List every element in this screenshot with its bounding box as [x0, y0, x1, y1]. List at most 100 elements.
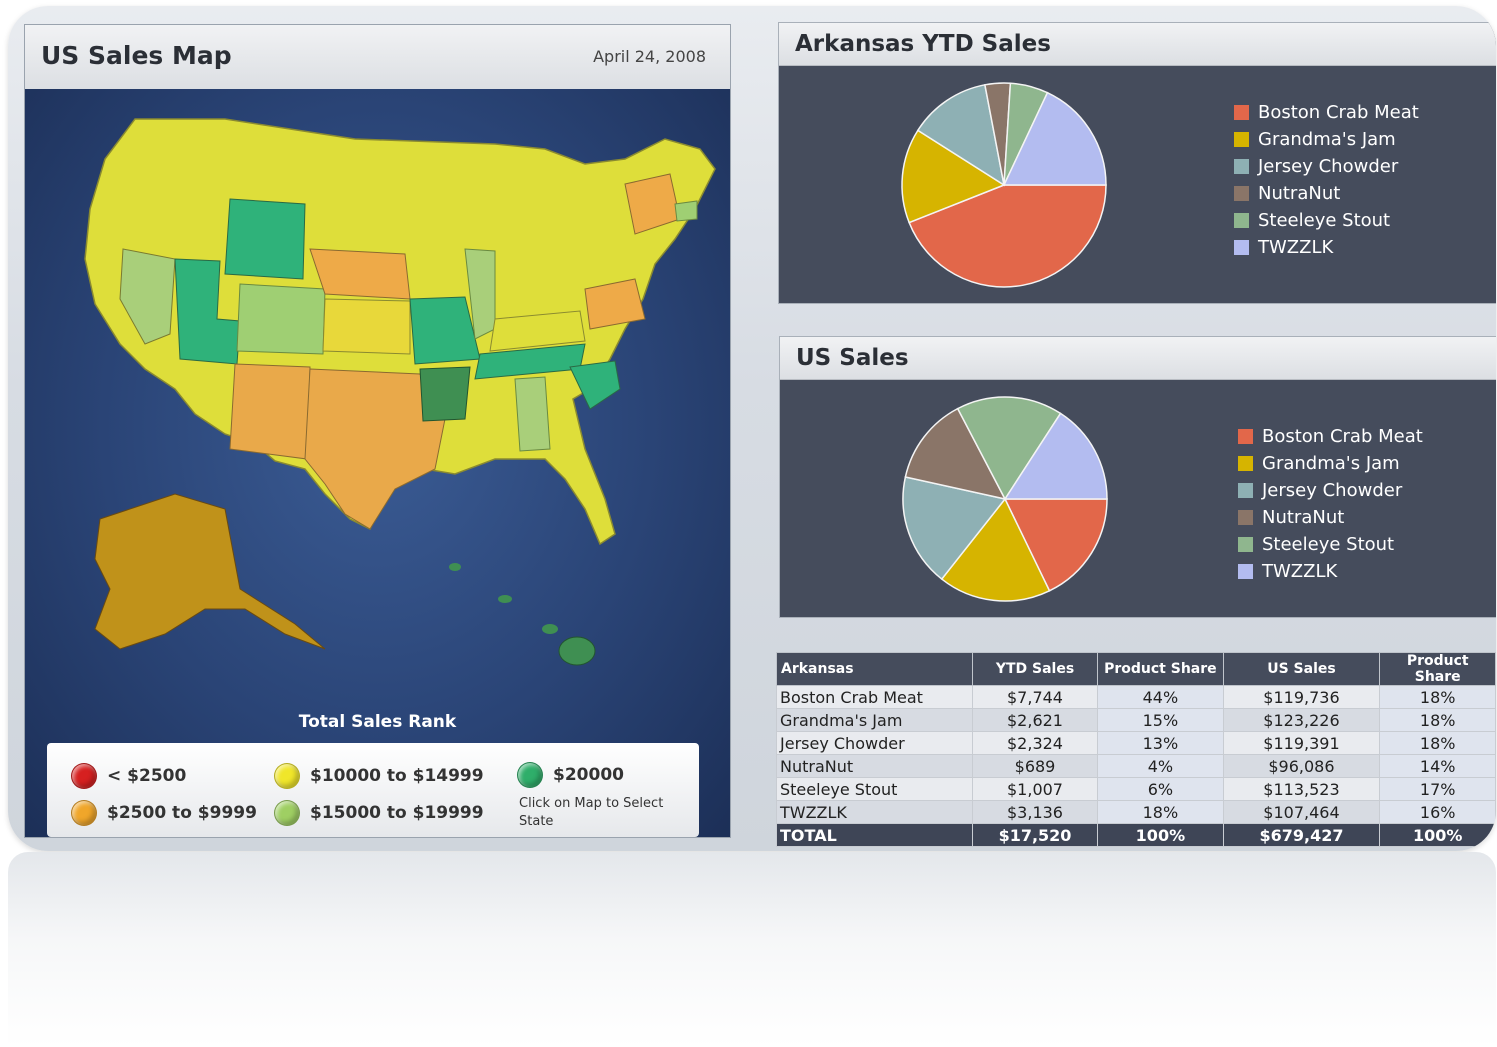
- table-cell: $107,464: [1222, 800, 1381, 824]
- reflection-area: [8, 852, 1496, 1047]
- us-map[interactable]: [25, 89, 730, 709]
- table-cell: 18%: [1379, 731, 1496, 755]
- table-cell: $96,086: [1222, 754, 1381, 778]
- map-panel-header: US Sales Map April 24, 2008: [25, 25, 730, 90]
- state-wyoming[interactable]: [224, 198, 306, 280]
- map-panel-title: US Sales Map: [41, 41, 232, 70]
- table-cell: NutraNut: [776, 754, 973, 778]
- table-cell: 13%: [1097, 731, 1224, 755]
- table-row[interactable]: NutraNut $689 4% $96,086 14%: [776, 754, 1496, 778]
- col-header-product-share: Product Share: [1097, 652, 1224, 686]
- table-cell: 14%: [1379, 754, 1496, 778]
- arkansas-legend-item: Grandma's Jam: [1234, 126, 1419, 153]
- legend-label: TWZZLK: [1258, 237, 1334, 258]
- legend-swatch: [1234, 186, 1249, 201]
- report-date: April 24, 2008: [593, 47, 706, 66]
- legend-label: NutraNut: [1258, 183, 1341, 204]
- legend-swatch: [1238, 483, 1253, 498]
- table-row[interactable]: Jersey Chowder $2,324 13% $119,391 18%: [776, 731, 1496, 755]
- table-cell: 15%: [1097, 708, 1224, 732]
- us-sales-legend-item: NutraNut: [1238, 504, 1423, 531]
- legend-item-red: < $2500: [71, 763, 186, 789]
- us-sales-legend-item: TWZZLK: [1238, 558, 1423, 585]
- total-cell: 100%: [1379, 823, 1496, 847]
- total-cell: TOTAL: [776, 823, 973, 847]
- dashboard-frame: US Sales Map April 24, 2008 Total Sales …: [8, 6, 1496, 851]
- legend-label: Jersey Chowder: [1262, 480, 1403, 501]
- col-header-us-sales: US Sales: [1222, 652, 1381, 686]
- legend-label: < $2500: [107, 766, 187, 786]
- legend-label: $10000 to $14999: [310, 766, 484, 786]
- col-header-state: Arkansas: [776, 652, 973, 686]
- table-cell: $1,007: [971, 777, 1099, 801]
- legend-swatch: [1234, 159, 1249, 174]
- state-new-mexico[interactable]: [229, 363, 311, 460]
- table-row[interactable]: TWZZLK $3,136 18% $107,464 16%: [776, 800, 1496, 824]
- legend-swatch: [1234, 132, 1249, 147]
- state-colorado[interactable]: [236, 283, 326, 355]
- table-cell: 6%: [1097, 777, 1224, 801]
- arkansas-legend: Boston Crab Meat Grandma's Jam Jersey Chow…: [1234, 99, 1419, 261]
- table-cell: TWZZLK: [776, 800, 973, 824]
- table-row[interactable]: Boston Crab Meat $7,744 44% $119,736 18%: [776, 685, 1496, 709]
- sales-rank-legend: < $2500 $10000 to $14999 $20000 $2500 to…: [47, 743, 699, 837]
- table-cell: $2,324: [971, 731, 1099, 755]
- legend-item-orange: $2500 to $9999: [71, 800, 257, 826]
- map-area[interactable]: Total Sales Rank < $2500 $10000 to $1499…: [25, 89, 730, 837]
- table-cell: $113,523: [1222, 777, 1381, 801]
- orange-dot-icon: [71, 800, 97, 826]
- hawaii-island-1[interactable]: [542, 624, 558, 634]
- state-arkansas[interactable]: [419, 366, 471, 422]
- us-sales-legend-item: Boston Crab Meat: [1238, 423, 1423, 450]
- table-cell: $119,736: [1222, 685, 1381, 709]
- legend-swatch: [1238, 537, 1253, 552]
- state-kansas[interactable]: [322, 298, 411, 355]
- legend-label: Steeleye Stout: [1262, 534, 1395, 555]
- arkansas-legend-item: Boston Crab Meat: [1234, 99, 1419, 126]
- table-cell: 4%: [1097, 754, 1224, 778]
- legend-label: $2500 to $9999: [107, 803, 257, 823]
- us-sales-panel-header: US Sales: [780, 337, 1496, 380]
- us-sales-legend-item: Jersey Chowder: [1238, 477, 1423, 504]
- state-nebraska[interactable]: [309, 248, 411, 300]
- table-row[interactable]: Grandma's Jam $2,621 15% $123,226 18%: [776, 708, 1496, 732]
- legend-swatch: [1234, 213, 1249, 228]
- legend-swatch: [1234, 105, 1249, 120]
- table-cell: 16%: [1379, 800, 1496, 824]
- state-alabama[interactable]: [514, 376, 551, 452]
- us-sales-legend-item: Steeleye Stout: [1238, 531, 1423, 558]
- state-hawaii[interactable]: [558, 636, 596, 666]
- lightgreen-dot-icon: [274, 800, 300, 826]
- col-header-us-product-share: Product Share: [1379, 652, 1496, 686]
- sales-table: Arkansas YTD Sales Product Share US Sale…: [776, 652, 1496, 847]
- table-cell: $2,621: [971, 708, 1099, 732]
- legend-swatch: [1234, 240, 1249, 255]
- legend-label: $15000 to $19999: [310, 803, 484, 823]
- table-cell: 18%: [1379, 708, 1496, 732]
- legend-label: Boston Crab Meat: [1258, 102, 1419, 123]
- us-sales-panel: US Sales Boston Crab Meat Grandma's Jam Je…: [779, 336, 1496, 618]
- table-cell: $123,226: [1222, 708, 1381, 732]
- arkansas-legend-item: TWZZLK: [1234, 234, 1419, 261]
- table-cell: $689: [971, 754, 1099, 778]
- legend-item-yellow: $10000 to $14999: [274, 763, 484, 789]
- legend-item-lightgreen: $15000 to $19999: [274, 800, 484, 826]
- col-header-ytd-sales: YTD Sales: [971, 652, 1099, 686]
- hawaii-island-3[interactable]: [449, 563, 461, 571]
- state-massachusetts[interactable]: [674, 200, 698, 222]
- arkansas-chart-title: Arkansas YTD Sales: [795, 31, 1051, 57]
- table-row[interactable]: Steeleye Stout $1,007 6% $113,523 17%: [776, 777, 1496, 801]
- legend-label: Jersey Chowder: [1258, 156, 1399, 177]
- table-cell: $119,391: [1222, 731, 1381, 755]
- green-dot-icon: [517, 762, 543, 788]
- legend-label: TWZZLK: [1262, 561, 1338, 582]
- total-cell: 100%: [1097, 823, 1224, 847]
- hawaii-island-2[interactable]: [498, 595, 512, 603]
- legend-label: Steeleye Stout: [1258, 210, 1391, 231]
- state-alaska[interactable]: [94, 493, 326, 650]
- legend-swatch: [1238, 510, 1253, 525]
- arkansas-legend-item: Steeleye Stout: [1234, 207, 1419, 234]
- arkansas-legend-item: NutraNut: [1234, 180, 1419, 207]
- table-body: Boston Crab Meat $7,744 44% $119,736 18% Gran…: [776, 685, 1496, 847]
- legend-swatch: [1238, 564, 1253, 579]
